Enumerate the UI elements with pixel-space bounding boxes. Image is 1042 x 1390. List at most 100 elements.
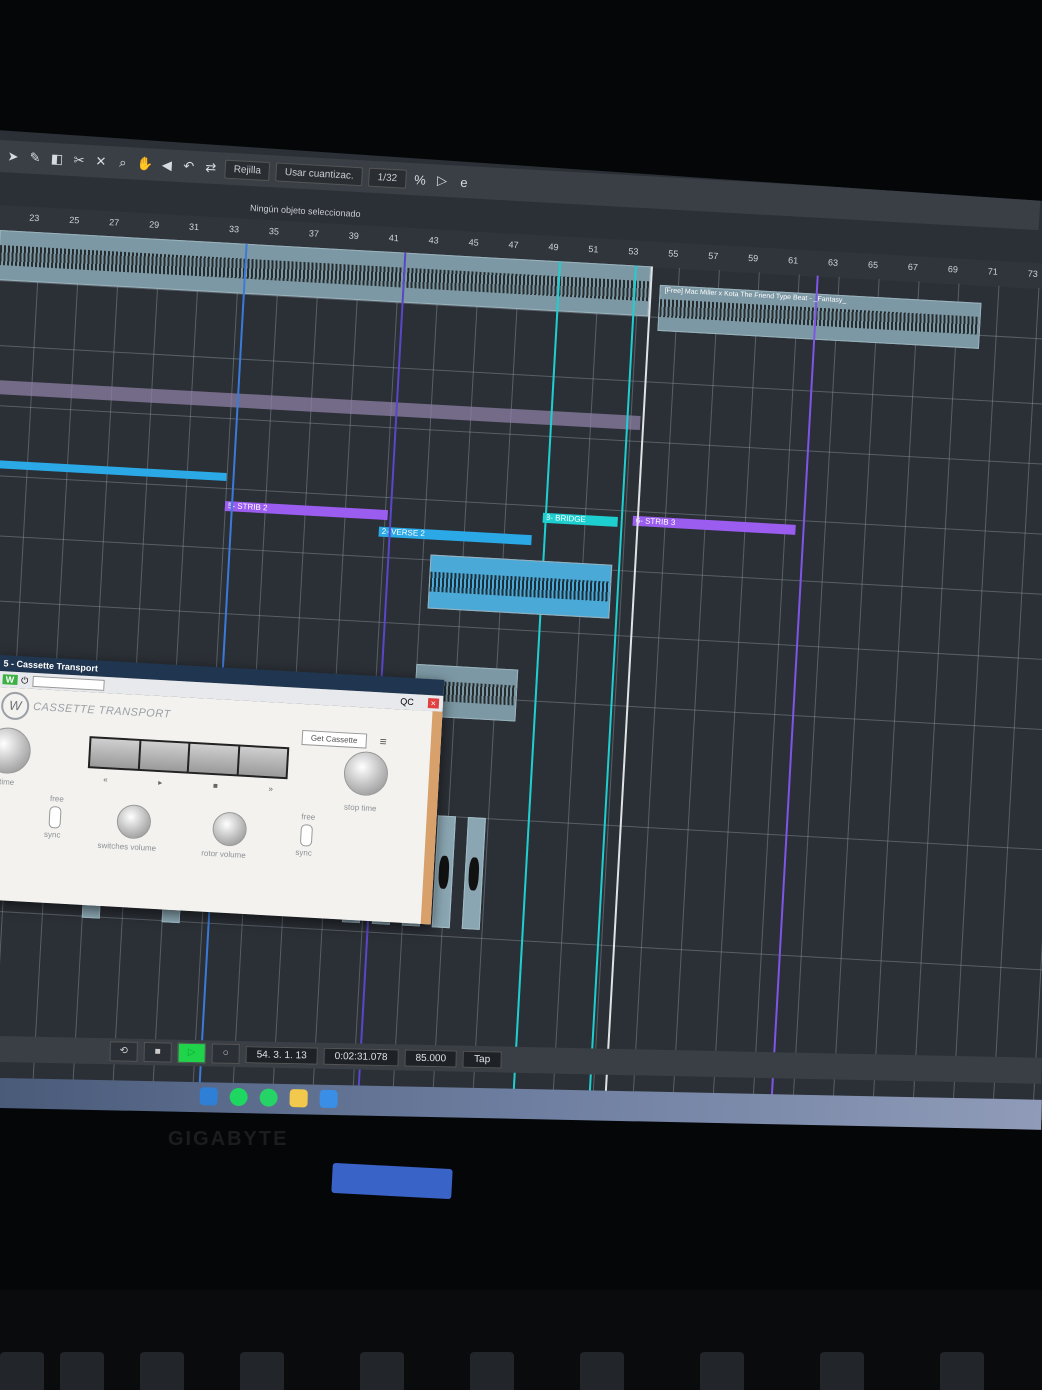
forward-key[interactable] xyxy=(238,746,288,778)
ruler-bar-number: 49 xyxy=(548,241,559,253)
play-key[interactable] xyxy=(139,741,189,772)
audio-clip-small[interactable] xyxy=(461,817,486,930)
ruler-bar-number: 27 xyxy=(108,217,120,228)
play-triangle-icon[interactable]: ▷ xyxy=(434,172,451,189)
keyboard-foreground xyxy=(0,1290,1042,1390)
loop-icon[interactable]: ⟲ xyxy=(109,1041,138,1062)
rotor-volume-label: rotor volume xyxy=(201,848,246,861)
cassette-keys xyxy=(87,736,290,780)
bypass-toggle[interactable]: W xyxy=(2,674,18,685)
ruler-bar-number: 33 xyxy=(228,223,240,235)
ruler-bar-number: 45 xyxy=(468,237,479,248)
edit-icon[interactable]: e xyxy=(456,174,473,190)
ruler-bar-number: 73 xyxy=(1027,268,1039,280)
plugin-brand: CASSETTE TRANSPORT xyxy=(32,700,172,721)
stop-key[interactable] xyxy=(188,743,238,775)
ruler-bar-number: 57 xyxy=(707,250,719,262)
cassette-transport-window[interactable]: 5 - Cassette Transport W ⏻ QC × W CASSET… xyxy=(0,655,445,925)
spotify-icon[interactable] xyxy=(229,1087,248,1107)
ruler-bar-number: 31 xyxy=(188,221,200,233)
tempo-display[interactable]: 85.000 xyxy=(404,1048,458,1068)
plugin-body: W CASSETTE TRANSPORT Get Cassette ≡ « ▸ … xyxy=(0,686,443,925)
pointer-tool-icon[interactable]: ➤ xyxy=(5,148,22,165)
audio-clip-beat-end[interactable]: [Free] Mac Miller x Kota The Friend Type… xyxy=(657,284,982,349)
tap-tempo-button[interactable]: Tap xyxy=(462,1050,502,1068)
zoom-tool-icon[interactable]: ⌕ xyxy=(114,154,131,171)
ruler-bar-number: 51 xyxy=(588,243,599,255)
ruler-bar-number: 37 xyxy=(308,228,320,239)
quantize-value-select[interactable]: 1/32 xyxy=(368,167,407,189)
free-right-label: free xyxy=(301,812,316,822)
stop-time-label: stop time xyxy=(343,802,377,814)
play-icon: ▸ xyxy=(158,778,163,788)
snap-icon[interactable]: ⇄ xyxy=(202,159,219,176)
ruler-bar-number: 59 xyxy=(747,252,759,264)
ruler-bar-number: 67 xyxy=(907,261,919,273)
close-icon[interactable]: × xyxy=(427,697,440,709)
hand-tool-icon[interactable]: ✋ xyxy=(136,156,154,173)
whatsapp-icon[interactable] xyxy=(259,1088,278,1107)
speaker-tool-icon[interactable]: ◀ xyxy=(158,157,175,174)
marker-strib-2[interactable]: 5- STRIB 2 xyxy=(224,500,388,521)
taskbar-app-icon[interactable] xyxy=(199,1087,218,1106)
play-time-knob[interactable] xyxy=(0,726,32,775)
sync-right-label: sync xyxy=(295,847,313,858)
mute-tool-icon[interactable]: ✕ xyxy=(93,153,110,170)
daw-screen: ➤ ✎ ◧ ✂ ✕ ⌕ ✋ ◀ ↶ ⇄ Rejilla Usar cuantiz… xyxy=(0,130,1042,1120)
free-left-label: free xyxy=(49,794,65,804)
monitor-brand: GIGABYTE xyxy=(168,1128,289,1150)
monitor-stand-label xyxy=(331,1162,453,1200)
ruler-bar-number: 29 xyxy=(148,219,160,230)
play-button[interactable]: ▷ xyxy=(177,1042,206,1064)
time-display[interactable]: 0:02:31.078 xyxy=(323,1047,399,1066)
ruler-bar-number: 25 xyxy=(68,214,80,226)
waves-logo-icon: W xyxy=(0,691,30,721)
ruler-bar-number: 65 xyxy=(867,259,879,271)
bar-position-display[interactable]: 54. 3. 1. 13 xyxy=(245,1045,318,1065)
quantize-select[interactable]: Usar cuantizac. xyxy=(275,161,364,186)
track-divider xyxy=(0,474,1042,538)
ruler-bar-number: 47 xyxy=(508,239,519,251)
forward-icon: » xyxy=(268,784,274,794)
rotor-volume-knob[interactable] xyxy=(211,811,248,848)
menu-icon[interactable]: ≡ xyxy=(379,734,387,748)
grid-select[interactable]: Rejilla xyxy=(224,159,271,181)
get-cassette-button[interactable]: Get Cassette xyxy=(301,729,367,749)
ruler-bar-number: 61 xyxy=(787,255,799,266)
record-icon[interactable]: ○ xyxy=(211,1043,240,1065)
rewind-icon: « xyxy=(102,774,108,785)
pencil-tool-icon[interactable]: ✎ xyxy=(27,150,44,167)
sync-left-switch[interactable] xyxy=(48,806,62,829)
marker-verse-2[interactable]: 2- VERSE 2 xyxy=(378,526,532,546)
ruler-bar-number: 71 xyxy=(987,266,999,277)
eraser-tool-icon[interactable]: ◧ xyxy=(49,151,66,168)
plugin-qc-button[interactable]: QC xyxy=(400,696,414,707)
folder-icon[interactable] xyxy=(289,1089,308,1108)
rewind-key[interactable] xyxy=(89,738,139,769)
switches-volume-label: switches volume xyxy=(97,840,157,854)
preset-field[interactable] xyxy=(31,675,105,691)
ruler-bar-number: 55 xyxy=(668,248,679,259)
sync-right-switch[interactable] xyxy=(299,824,314,847)
marker-bridge[interactable]: 8- BRIDGE xyxy=(542,512,618,527)
swing-icon[interactable]: % xyxy=(412,172,429,188)
stop-icon[interactable]: ■ xyxy=(143,1042,172,1063)
ruler-bar-number: 41 xyxy=(388,232,400,244)
ruler-bar-number: 39 xyxy=(348,230,360,242)
daw-app-icon[interactable] xyxy=(319,1089,338,1109)
switches-volume-knob[interactable] xyxy=(115,803,152,840)
ruler-bar-number: 63 xyxy=(827,257,839,268)
ruler-bar-number: 23 xyxy=(29,212,40,224)
undo-icon[interactable]: ↶ xyxy=(180,158,197,175)
power-icon[interactable]: ⏻ xyxy=(21,675,29,686)
ruler-bar-number: 35 xyxy=(268,226,280,237)
ruler-bar-number: 69 xyxy=(947,264,959,275)
play-time-label: y time xyxy=(0,777,15,787)
scissors-tool-icon[interactable]: ✂ xyxy=(71,152,88,169)
sync-left-label: sync xyxy=(43,829,61,840)
stop-time-knob[interactable] xyxy=(342,750,390,797)
audio-clip-title: [Free] Mac Miller x Kota The Friend Type… xyxy=(664,287,847,305)
locator-line xyxy=(766,275,819,1120)
audio-clip-vocal[interactable] xyxy=(427,554,613,619)
ruler-bar-number: 43 xyxy=(428,234,439,246)
